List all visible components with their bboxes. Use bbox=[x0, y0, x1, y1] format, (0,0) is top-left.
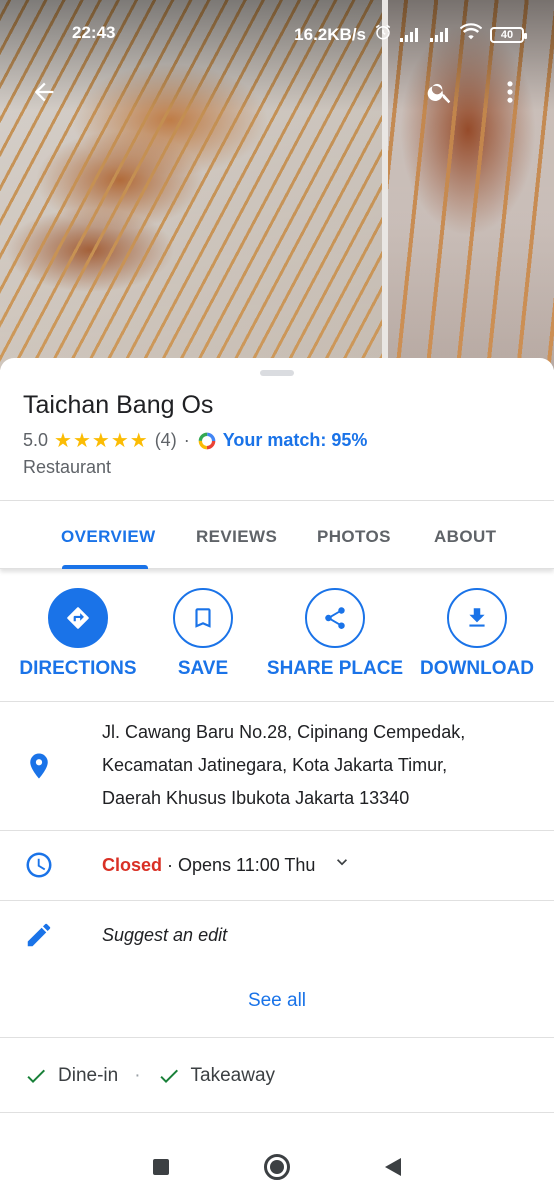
place-photo-main[interactable] bbox=[0, 0, 382, 370]
see-all-link[interactable]: See all bbox=[0, 990, 554, 1012]
directions-label: DIRECTIONS bbox=[19, 658, 137, 679]
amenities-row: Dine-in · Takeaway bbox=[24, 1064, 275, 1088]
status-icons: 16.2KB/s 40 bbox=[294, 23, 527, 46]
drag-handle[interactable] bbox=[260, 370, 294, 376]
place-photo-secondary[interactable] bbox=[388, 0, 554, 370]
battery-level: 40 bbox=[500, 28, 514, 41]
tab-reviews[interactable]: REVIEWS bbox=[196, 527, 277, 547]
address-row[interactable]: Jl. Cawang Baru No.28, Cipinang Cempedak… bbox=[0, 716, 554, 816]
divider bbox=[0, 900, 554, 901]
share-icon bbox=[325, 607, 345, 629]
check-icon bbox=[24, 1064, 48, 1088]
arrow-left-icon bbox=[34, 82, 54, 102]
rating-value: 5.0 bbox=[23, 430, 49, 450]
amenity-dine-in: Dine-in bbox=[58, 1065, 119, 1086]
more-options-button[interactable] bbox=[490, 72, 530, 112]
hours-status: Closed bbox=[102, 855, 163, 875]
place-title: Taichan Bang Os bbox=[23, 391, 214, 419]
divider bbox=[0, 830, 554, 831]
search-button[interactable] bbox=[420, 72, 460, 112]
match-score[interactable]: Your match: 95% bbox=[223, 430, 368, 451]
download-icon bbox=[469, 608, 485, 627]
place-sheet: Taichan Bang Os 5.0 ★★★★★ (4) · Your mat… bbox=[0, 358, 554, 1200]
battery-icon: 40 bbox=[490, 26, 527, 43]
search-icon bbox=[427, 83, 451, 104]
hours-detail: · Opens 11:00 Thu bbox=[162, 855, 316, 875]
save-label: SAVE bbox=[177, 658, 229, 679]
suggest-edit-row[interactable]: Suggest an edit bbox=[0, 918, 554, 954]
suggest-edit-label: Suggest an edit bbox=[102, 925, 228, 945]
rating-row: 5.0 ★★★★★ (4) · Your match: 95% bbox=[23, 428, 367, 453]
review-count[interactable]: (4) bbox=[155, 430, 177, 451]
home-circle-icon bbox=[264, 1154, 290, 1180]
tab-photos[interactable]: PHOTOS bbox=[317, 527, 391, 547]
system-back-button[interactable] bbox=[378, 1152, 408, 1182]
status-bar: 22:43 16.2KB/s 40 bbox=[0, 14, 554, 50]
tab-bar: OVERVIEW REVIEWS PHOTOS ABOUT bbox=[0, 501, 554, 569]
share-place-label: SHARE PLACE bbox=[266, 658, 404, 679]
divider bbox=[0, 701, 554, 702]
pencil-icon bbox=[24, 920, 54, 950]
chevron-down-icon[interactable] bbox=[332, 850, 352, 883]
address-text: Jl. Cawang Baru No.28, Cipinang Cempedak… bbox=[102, 716, 465, 815]
match-icon bbox=[198, 432, 216, 449]
action-buttons: DIRECTIONS SAVE SHARE PLACE DOWNLOAD bbox=[0, 588, 554, 700]
tab-about[interactable]: ABOUT bbox=[434, 527, 496, 547]
check-icon bbox=[157, 1064, 181, 1088]
active-tab-indicator bbox=[62, 565, 148, 569]
hours-text: Closed · Opens 11:00 Thu bbox=[102, 849, 352, 883]
signal-icon bbox=[430, 27, 452, 42]
triangle-back-icon bbox=[385, 1158, 401, 1176]
hours-row[interactable]: Closed · Opens 11:00 Thu bbox=[0, 848, 554, 884]
bookmark-icon bbox=[195, 608, 211, 628]
location-pin-icon bbox=[24, 751, 54, 781]
address-line: Jl. Cawang Baru No.28, Cipinang Cempedak… bbox=[102, 722, 466, 742]
square-icon bbox=[153, 1159, 169, 1175]
separator: · bbox=[183, 430, 190, 450]
status-time: 22:43 bbox=[72, 23, 116, 42]
directions-button[interactable]: DIRECTIONS bbox=[8, 588, 148, 680]
address-line: Daerah Khusus Ibukota Jakarta 13340 bbox=[102, 788, 410, 808]
alarm-icon bbox=[374, 23, 392, 46]
rating-stars: ★★★★★ bbox=[54, 430, 149, 452]
wifi-icon bbox=[459, 23, 483, 46]
divider bbox=[0, 1112, 554, 1113]
place-screen: 22:43 16.2KB/s 40 Taichan Bang Os 5.0 ★★… bbox=[0, 0, 554, 1200]
home-button[interactable] bbox=[262, 1152, 292, 1182]
system-nav-bar bbox=[0, 1132, 554, 1200]
directions-icon bbox=[67, 607, 89, 629]
download-button[interactable]: DOWNLOAD bbox=[407, 588, 547, 680]
address-line: Kecamatan Jatinegara, Kota Jakarta Timur… bbox=[102, 755, 448, 775]
download-label: DOWNLOAD bbox=[420, 658, 534, 679]
back-button[interactable] bbox=[24, 72, 64, 112]
place-category: Restaurant bbox=[23, 457, 112, 477]
recents-button[interactable] bbox=[146, 1152, 176, 1182]
tab-overview[interactable]: OVERVIEW bbox=[61, 527, 156, 547]
share-place-button[interactable]: SHARE PLACE bbox=[265, 588, 405, 680]
divider bbox=[0, 1037, 554, 1038]
save-button[interactable]: SAVE bbox=[133, 588, 273, 680]
separator: · bbox=[134, 1065, 141, 1086]
photo-gallery[interactable] bbox=[0, 0, 554, 370]
more-vert-icon bbox=[507, 81, 513, 103]
signal-icon bbox=[400, 27, 422, 42]
clock-icon bbox=[24, 850, 54, 880]
amenity-takeaway: Takeaway bbox=[190, 1065, 276, 1086]
net-speed: 16.2KB/s bbox=[294, 24, 366, 44]
